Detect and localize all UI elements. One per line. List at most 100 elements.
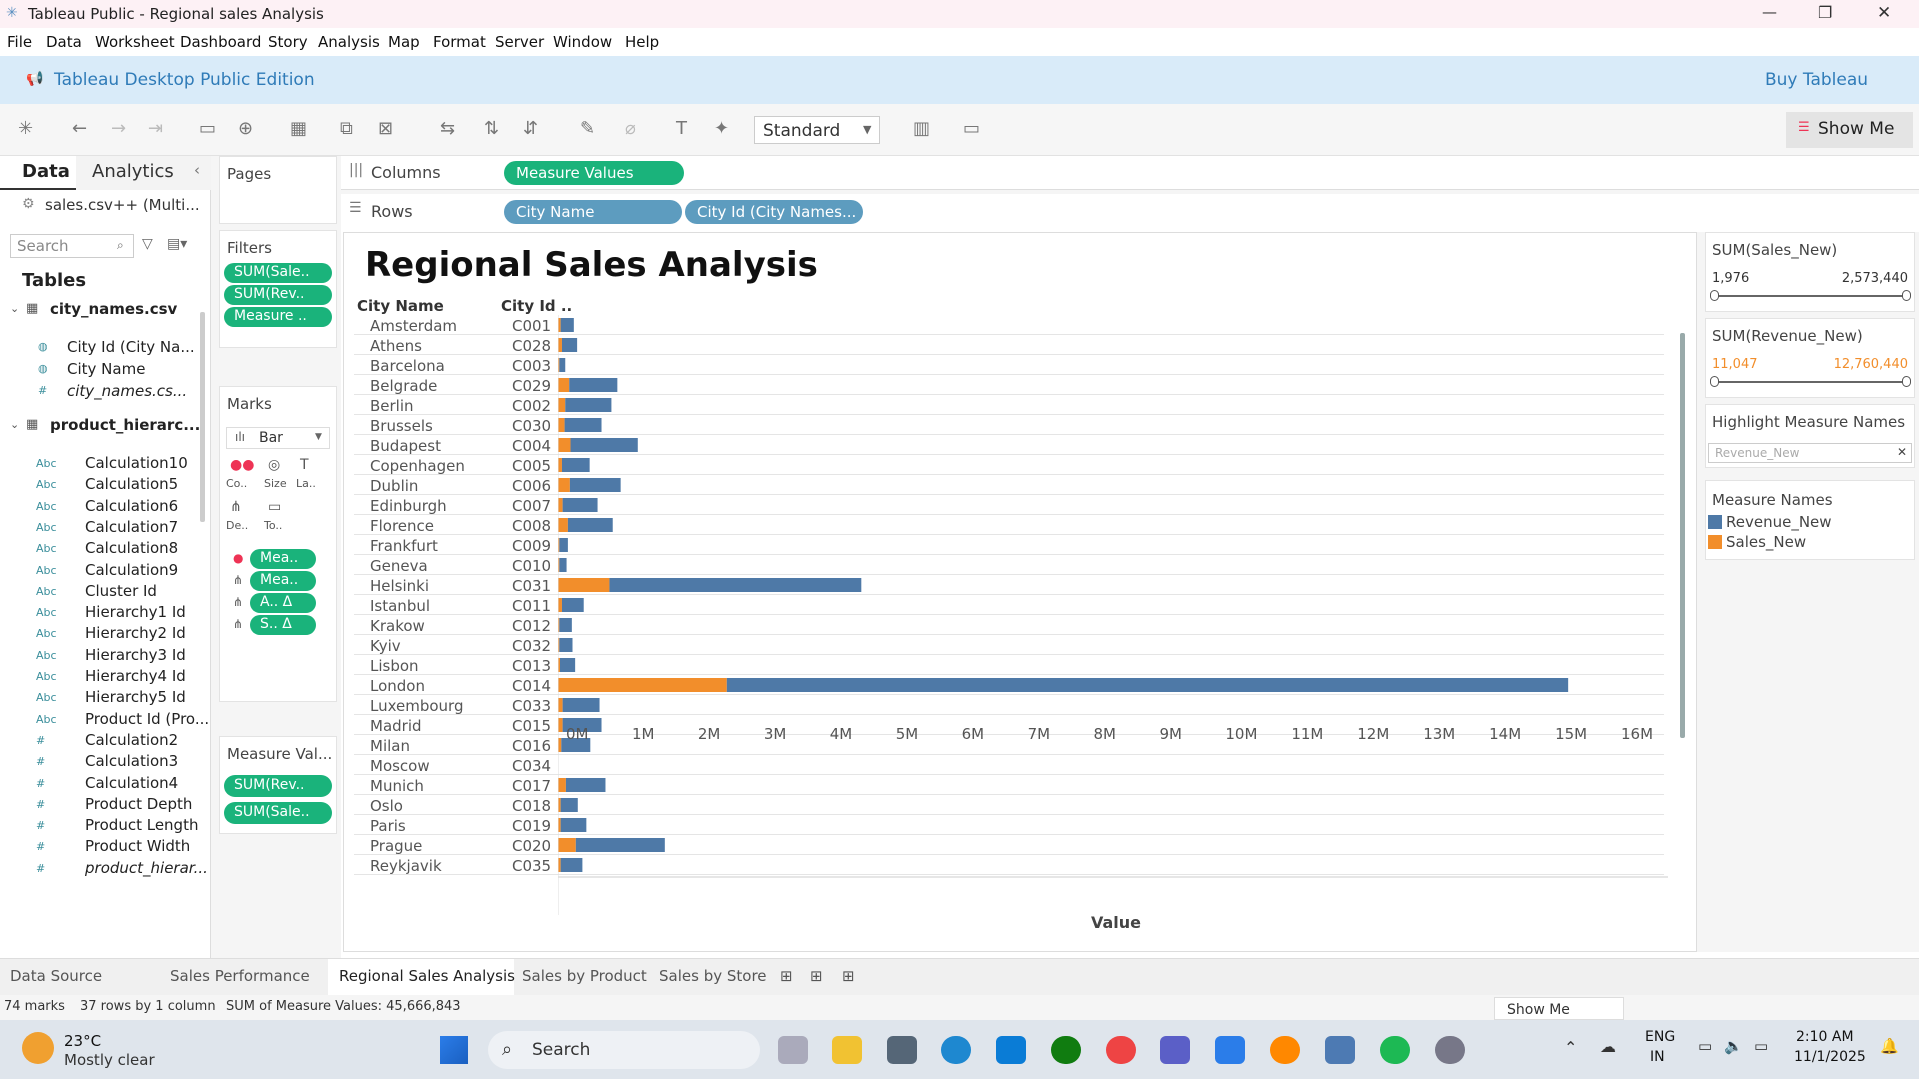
bar-revenue-new[interactable] bbox=[560, 858, 583, 872]
new-worksheet-icon[interactable]: ⊞ bbox=[780, 967, 793, 985]
tab-analytics[interactable]: Analytics ‹ bbox=[76, 156, 211, 190]
store-icon[interactable] bbox=[996, 1036, 1026, 1064]
field-item[interactable]: Hierarchy2 Id bbox=[85, 624, 186, 642]
teams-icon[interactable] bbox=[1160, 1036, 1190, 1064]
weather-icon[interactable] bbox=[22, 1032, 54, 1064]
field-item[interactable]: Calculation7 bbox=[85, 518, 178, 536]
vscode-icon[interactable] bbox=[1215, 1036, 1245, 1064]
mark-button[interactable]: T La.. bbox=[294, 455, 326, 495]
bar-sales-new[interactable] bbox=[558, 398, 566, 412]
menu-window[interactable]: Window bbox=[553, 33, 612, 51]
chevron-down-icon[interactable]: ⌄ bbox=[10, 418, 19, 431]
table-city-names[interactable]: city_names.csv bbox=[50, 300, 177, 318]
revenue-range-slider[interactable] bbox=[1714, 381, 1906, 383]
settings-icon[interactable] bbox=[1435, 1036, 1465, 1064]
minimize-button[interactable]: — bbox=[1762, 3, 1777, 21]
field-item[interactable]: Hierarchy5 Id bbox=[85, 688, 186, 706]
mark-pill[interactable]: Mea.. bbox=[250, 549, 316, 569]
edge-icon[interactable] bbox=[941, 1036, 971, 1064]
bar-sales-new[interactable] bbox=[558, 478, 570, 492]
slider-handle[interactable] bbox=[1902, 376, 1911, 387]
firefox-icon[interactable] bbox=[1270, 1036, 1300, 1064]
xbox-icon[interactable] bbox=[1051, 1036, 1081, 1064]
menu-story[interactable]: Story bbox=[268, 33, 308, 51]
mark-button[interactable]: ●● Co.. bbox=[224, 455, 256, 495]
bar-revenue-new[interactable] bbox=[559, 558, 567, 572]
bar-sales-new[interactable] bbox=[558, 498, 563, 512]
tab-data-source[interactable]: Data Source bbox=[10, 967, 102, 985]
mark-button[interactable]: ▭ To.. bbox=[262, 497, 294, 537]
menu-map[interactable]: Map bbox=[388, 33, 420, 51]
bar-revenue-new[interactable] bbox=[565, 398, 612, 412]
menu-analysis[interactable]: Analysis bbox=[318, 33, 380, 51]
bar-sales-new[interactable] bbox=[558, 778, 566, 792]
tab-sales-by-product[interactable]: Sales by Product bbox=[522, 967, 647, 985]
bar-revenue-new[interactable] bbox=[726, 678, 1569, 692]
bar-sales-new[interactable] bbox=[558, 578, 610, 592]
filters-card[interactable]: Filters SUM(Sale.. SUM(Rev.. Measure .. bbox=[219, 230, 337, 348]
cloud-icon[interactable]: ☁ bbox=[1600, 1037, 1616, 1056]
city-name-header[interactable]: City Name bbox=[357, 297, 444, 315]
bar-revenue-new[interactable] bbox=[609, 578, 862, 592]
buy-tableau-link[interactable]: Buy Tableau bbox=[1765, 70, 1868, 90]
bar-revenue-new[interactable] bbox=[559, 618, 572, 632]
tab-regional-sales-analysis[interactable]: Regional Sales Analysis bbox=[339, 967, 515, 985]
close-button[interactable]: ✕ bbox=[1877, 3, 1891, 23]
bar-revenue-new[interactable] bbox=[559, 538, 568, 552]
field-item[interactable]: Calculation9 bbox=[85, 561, 178, 579]
marks-card[interactable]: Marks ılı Bar ▼ ●● Co.. ◎ Size T La.. ⋔ De.. ▭ To… bbox=[219, 386, 337, 702]
legend-item-revenue[interactable]: Revenue_New bbox=[1726, 513, 1832, 531]
bar-revenue-new[interactable] bbox=[559, 658, 576, 672]
swap-icon[interactable]: ⇆ bbox=[440, 118, 455, 139]
menu-dashboard[interactable]: Dashboard bbox=[180, 33, 261, 51]
clear-sheet-icon[interactable]: ⊠ bbox=[378, 118, 393, 139]
field-item[interactable]: Calculation2 bbox=[85, 731, 178, 749]
field-item[interactable]: Calculation5 bbox=[85, 475, 178, 493]
spotify-icon[interactable] bbox=[1380, 1036, 1410, 1064]
view-options-icon[interactable]: ▤▾ bbox=[167, 236, 187, 252]
field-item[interactable]: Product Width bbox=[85, 837, 190, 855]
bar-revenue-new[interactable] bbox=[559, 358, 566, 372]
menu-server[interactable]: Server bbox=[495, 33, 544, 51]
display-icon[interactable]: ▭ bbox=[1698, 1037, 1712, 1055]
bar-revenue-new[interactable] bbox=[560, 798, 578, 812]
show-me-tab[interactable]: Show Me bbox=[1494, 997, 1624, 1020]
bar-revenue-new[interactable] bbox=[564, 418, 602, 432]
restore-button[interactable]: ❐ bbox=[1818, 3, 1832, 22]
mark-pill[interactable]: A.. Δ bbox=[250, 593, 316, 613]
table-product-hierarchy[interactable]: product_hierarc... bbox=[50, 416, 200, 434]
legend-item-sales[interactable]: Sales_New bbox=[1726, 533, 1806, 551]
presentation-icon[interactable]: ▭ bbox=[963, 118, 980, 139]
bar-revenue-new[interactable] bbox=[560, 318, 574, 332]
field-item[interactable]: Cluster Id bbox=[85, 582, 157, 600]
notification-icon[interactable]: 🔔 bbox=[1880, 1037, 1899, 1055]
city-name-pill[interactable]: City Name bbox=[504, 200, 682, 224]
replay-icon[interactable]: ⇥ bbox=[148, 118, 163, 139]
measure-value-pill[interactable]: SUM(Sale.. bbox=[224, 802, 332, 824]
pages-card[interactable]: Pages bbox=[219, 156, 337, 224]
bar-revenue-new[interactable] bbox=[562, 698, 600, 712]
mark-type-dropdown[interactable]: ılı Bar ▼ bbox=[226, 427, 330, 449]
field-item[interactable]: Calculation10 bbox=[85, 454, 188, 472]
task-view-icon[interactable] bbox=[778, 1036, 808, 1064]
slider-handle[interactable] bbox=[1710, 290, 1719, 301]
bar-sales-new[interactable] bbox=[558, 518, 568, 532]
rows-shelf[interactable]: ☰ Rows City Name City Id (City Names... bbox=[341, 194, 1919, 230]
menu-format[interactable]: Format bbox=[433, 33, 486, 51]
filter-pill[interactable]: SUM(Rev.. bbox=[224, 285, 332, 305]
bar-revenue-new[interactable] bbox=[569, 378, 618, 392]
bar-sales-new[interactable] bbox=[558, 438, 571, 452]
battery-icon[interactable]: ▭ bbox=[1754, 1037, 1768, 1055]
show-cards-icon[interactable]: ▥ bbox=[913, 118, 930, 139]
bar-sales-new[interactable] bbox=[558, 718, 563, 732]
new-dashboard-icon[interactable]: ⊞ bbox=[810, 967, 823, 985]
slider-handle[interactable] bbox=[1902, 290, 1911, 301]
tableau-taskbar-icon[interactable] bbox=[1325, 1036, 1355, 1064]
sales-filter-card[interactable]: SUM(Sales_New) 1,976 2,573,440 bbox=[1705, 232, 1915, 312]
tray-chevron-icon[interactable]: ⌃ bbox=[1564, 1038, 1577, 1057]
bar-sales-new[interactable] bbox=[558, 418, 565, 432]
highlight-icon[interactable]: ✎ bbox=[580, 118, 595, 139]
field-item[interactable]: Product Length bbox=[85, 816, 198, 834]
tableau-icon[interactable]: ✳ bbox=[18, 118, 33, 139]
scrollbar[interactable] bbox=[1680, 333, 1685, 738]
